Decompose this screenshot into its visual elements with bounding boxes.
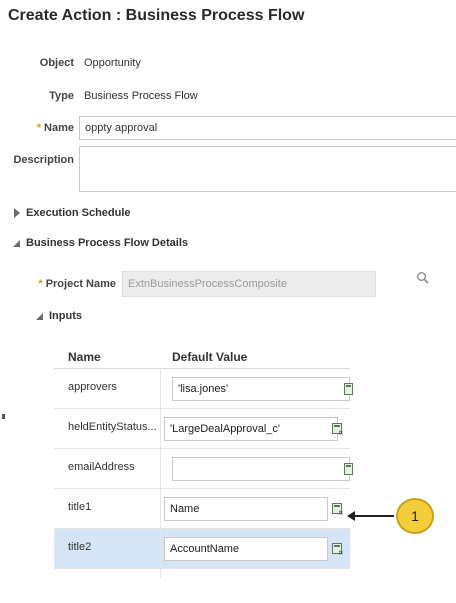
table-row[interactable]: heldEntityStatus... 'LargeDealApproval_c…: [54, 409, 350, 449]
svg-text:fx: fx: [339, 511, 343, 516]
callout-badge: 1: [396, 498, 434, 534]
description-label: Description: [13, 154, 74, 166]
name-label: Name: [44, 122, 74, 134]
svg-text:fx: fx: [339, 551, 343, 556]
row-name: emailAddress: [68, 461, 135, 473]
table-row-selected[interactable]: title2 AccountName fx: [54, 529, 350, 569]
default-value-input[interactable]: [172, 457, 350, 481]
svg-text:fx: fx: [339, 431, 343, 436]
table-row[interactable]: emailAddress: [54, 449, 353, 489]
name-label-wrap: * Name: [10, 122, 74, 134]
column-divider: [160, 368, 161, 578]
triangle-down-icon: [13, 239, 20, 247]
default-value-input[interactable]: 'lisa.jones': [172, 377, 350, 401]
object-label: Object: [39, 57, 74, 69]
triangle-right-icon: [14, 208, 20, 218]
object-value: Opportunity: [84, 57, 141, 69]
description-textarea[interactable]: [79, 146, 456, 192]
bpf-details-label: Business Process Flow Details: [26, 237, 189, 249]
default-value-input[interactable]: Name: [164, 497, 328, 521]
row-name: title2: [68, 541, 92, 553]
project-name-label-wrap: * Project Name: [30, 278, 116, 290]
default-value-input[interactable]: 'LargeDealApproval_c': [164, 417, 338, 441]
row-name: title1: [68, 501, 92, 513]
project-name-input[interactable]: ExtnBusinessProcessComposite: [122, 271, 376, 297]
expression-builder-icon[interactable]: [344, 383, 356, 395]
inputs-toggle[interactable]: Inputs: [36, 310, 82, 322]
inputs-label: Inputs: [49, 310, 82, 322]
required-marker: *: [36, 122, 41, 134]
expression-builder-icon[interactable]: fx: [332, 503, 344, 515]
default-value-input[interactable]: AccountName: [164, 537, 328, 561]
expression-builder-icon[interactable]: fx: [332, 423, 344, 435]
expression-builder-icon[interactable]: [344, 463, 356, 475]
expression-builder-icon[interactable]: fx: [332, 543, 344, 555]
execution-schedule-label: Execution Schedule: [26, 207, 131, 219]
type-value: Business Process Flow: [84, 90, 198, 102]
type-label: Type: [49, 90, 74, 102]
page-title: Create Action : Business Process Flow: [8, 7, 305, 24]
column-header-name: Name: [68, 350, 101, 364]
execution-schedule-toggle[interactable]: Execution Schedule: [14, 207, 131, 219]
edge-marker: [2, 414, 5, 419]
required-marker: *: [38, 278, 43, 290]
table-row[interactable]: title1 Name fx: [54, 489, 350, 529]
column-header-default-value: Default Value: [172, 350, 248, 364]
name-input[interactable]: oppty approval: [79, 116, 456, 140]
table-row[interactable]: approvers 'lisa.jones': [54, 369, 353, 409]
row-name: heldEntityStatus...: [68, 421, 157, 433]
row-name: approvers: [68, 381, 117, 393]
inputs-table: Name Default Value approvers 'lisa.jones…: [54, 338, 353, 578]
bpf-details-toggle[interactable]: Business Process Flow Details: [13, 237, 188, 249]
triangle-down-icon: [36, 312, 43, 320]
project-name-label: Project Name: [45, 278, 116, 290]
callout-arrow: [352, 515, 394, 517]
search-icon[interactable]: [416, 271, 430, 285]
